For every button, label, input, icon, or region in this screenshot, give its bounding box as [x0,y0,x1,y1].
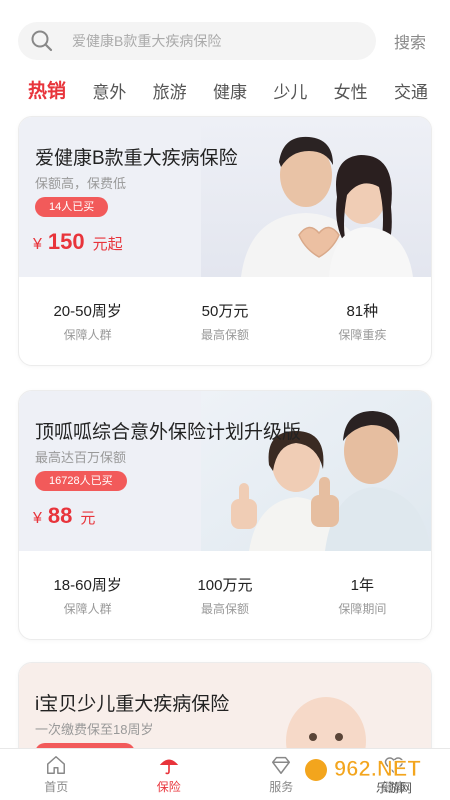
svg-text:乐游网: 乐游网 [376,781,412,795]
price-unit: 元 [80,510,96,527]
price-currency: ¥ [33,236,42,253]
tab-travel[interactable]: 旅游 [153,74,187,107]
umbrella-icon [159,759,178,775]
stat-label: 最高保额 [200,327,249,342]
stat-value: 1年 [350,576,374,594]
stat-coverage: 100万元 最高保额 [156,574,293,617]
stat-label: 保障重疾 [338,327,387,342]
stat-label: 保障人群 [63,327,112,342]
nav-label: 服务 [269,780,294,794]
price-value: 88 [47,503,73,528]
stat-age: 18-60周岁 保障人群 [19,574,156,617]
stat-label: 保障人群 [63,601,112,616]
stat-label: 保障期间 [338,601,387,616]
tab-accident[interactable]: 意外 [92,74,126,107]
stat-value: 81种 [346,302,379,320]
search-input[interactable] [72,33,352,49]
stat-value: 20-50周岁 [53,302,122,320]
watermark-logo: 962.NET 乐游网 [305,756,422,795]
product-card[interactable]: 顶呱呱综合意外保险计划升级版 最高达百万保额 16728人已买 ¥ 88 元 1… [18,390,432,640]
family-photo [201,391,431,551]
category-tabs: 热销 意外 旅游 健康 少儿 女性 交通 [28,72,428,107]
product-subtitle: 一次缴费保至18周岁 [35,722,154,737]
price-value: 150 [47,229,85,254]
product-price: ¥ 150 元起 [33,229,123,255]
stat-diseases: 81种 保障重疾 [294,300,431,343]
product-subtitle: 最高达百万保额 [35,450,127,465]
product-stats: 18-60周岁 保障人群 100万元 最高保额 1年 保障期间 [19,551,431,639]
buyers-badge: 16728人已买 [35,471,127,491]
search-row: 搜索 [18,22,438,60]
product-title: 爱健康B款重大疾病保险 [35,148,238,169]
svg-text:962.NET: 962.NET [334,756,421,781]
tab-traffic[interactable]: 交通 [394,74,428,107]
tab-hot[interactable]: 热销 [28,72,66,107]
diamond-icon [272,756,291,774]
price-currency: ¥ [33,510,42,527]
product-price: ¥ 88 元 [33,503,95,529]
tab-women[interactable]: 女性 [334,74,368,107]
product-card[interactable]: 爱健康B款重大疾病保险 保额高，保费低 14人已买 ¥ 150 元起 20-50… [18,116,432,366]
tab-health[interactable]: 健康 [213,74,247,107]
buyers-badge: 14人已买 [35,197,109,217]
nav-label: 首页 [44,780,69,794]
nav-insurance[interactable]: 保险 [113,749,226,800]
product-card-header: 顶呱呱综合意外保险计划升级版 最高达百万保额 16728人已买 ¥ 88 元 [19,391,431,551]
stat-value: 50万元 [201,302,249,320]
product-stats: 20-50周岁 保障人群 50万元 最高保额 81种 保障重疾 [19,277,431,365]
stat-age: 20-50周岁 保障人群 [19,300,156,343]
product-card-header: 爱健康B款重大疾病保险 保额高，保费低 14人已买 ¥ 150 元起 [19,117,431,277]
price-unit: 元起 [92,236,123,253]
stat-value: 18-60周岁 [53,576,122,594]
stat-value: 100万元 [197,576,253,594]
nav-label: 保险 [156,780,181,794]
stat-label: 最高保额 [200,601,249,616]
product-title: i宝贝少儿重大疾病保险 [35,694,230,715]
nav-home[interactable]: 首页 [0,749,113,800]
home-icon [47,756,66,774]
search-button[interactable]: 搜索 [394,29,426,53]
couple-photo [201,117,431,277]
stat-period: 1年 保障期间 [294,574,431,617]
stat-coverage: 50万元 最高保额 [156,300,293,343]
tab-children[interactable]: 少儿 [273,74,307,107]
search-icon [30,29,54,53]
product-subtitle: 保额高，保费低 [35,176,127,191]
product-title: 顶呱呱综合意外保险计划升级版 [35,422,302,443]
search-box[interactable] [18,22,376,60]
